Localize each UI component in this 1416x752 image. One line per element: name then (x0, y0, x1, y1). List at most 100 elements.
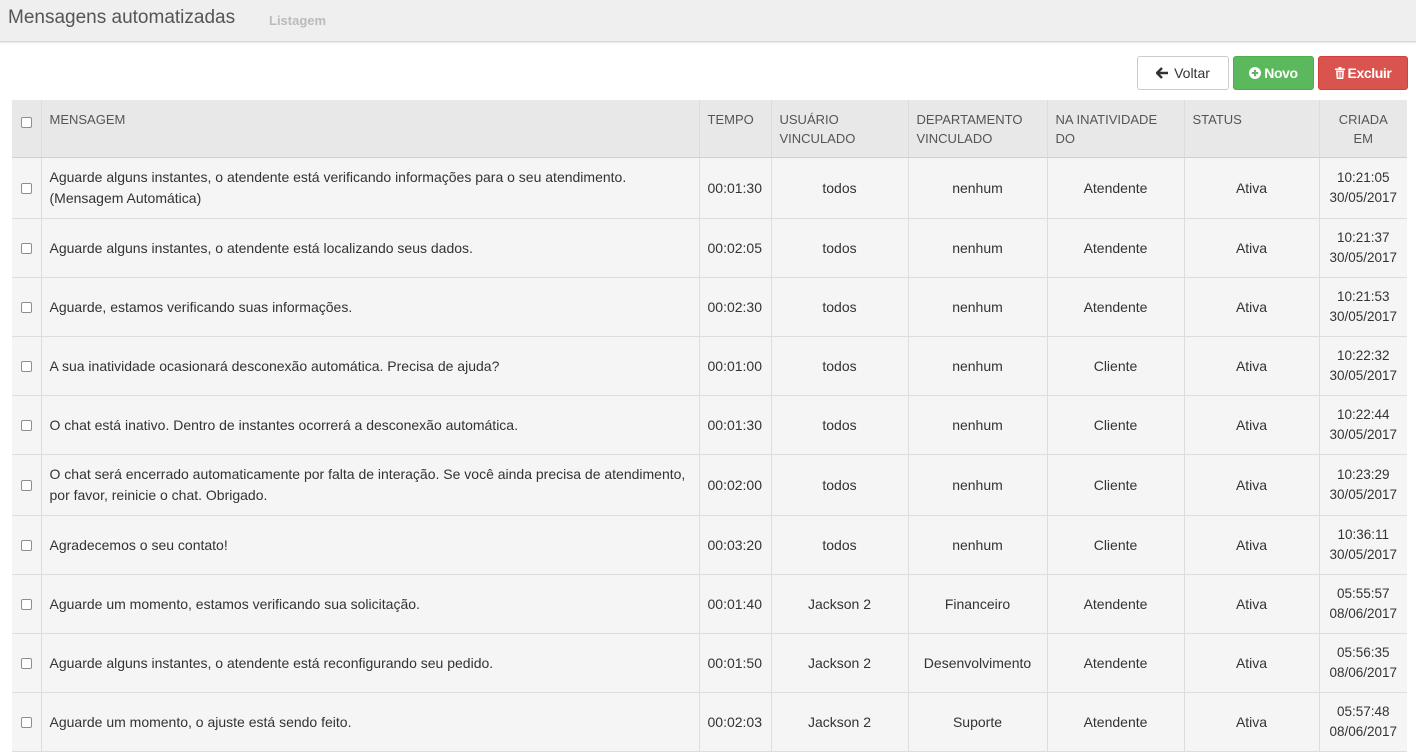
message-cell: A sua inatividade ocasionará desconexão … (41, 336, 700, 396)
user-cell: todos (771, 218, 909, 278)
created-cell: 05:55:57 08/06/2017 (1319, 574, 1407, 634)
inactivity-cell: Cliente (1047, 515, 1185, 575)
created-date: 30/05/2017 (1329, 190, 1398, 205)
created-date: 30/05/2017 (1329, 547, 1398, 562)
row-checkbox[interactable] (20, 599, 32, 611)
new-button[interactable]: Novo (1233, 56, 1314, 90)
created-date: 30/05/2017 (1329, 309, 1398, 324)
department-cell: Suporte (908, 692, 1048, 752)
created-cell: 10:36:11 30/05/2017 (1319, 515, 1407, 575)
status-cell: Ativa (1184, 277, 1320, 337)
table-row[interactable]: O chat está inativo. Dentro de instantes… (12, 395, 1407, 455)
column-header-label: USUÁRIO (779, 112, 839, 127)
inactivity-cell: Cliente (1047, 336, 1185, 396)
row-checkbox[interactable] (20, 540, 32, 552)
created-cell: 10:21:37 30/05/2017 (1319, 218, 1407, 278)
created-cell: 10:21:05 30/05/2017 (1319, 157, 1407, 219)
message-cell: Aguarde alguns instantes, o atendente es… (41, 633, 700, 693)
table-header-row: MENSAGEM TEMPO USUÁRIO VINCULADO DEPARTAM… (12, 100, 1407, 158)
table-row[interactable]: Aguarde alguns instantes, o atendente es… (12, 157, 1407, 219)
inactivity-cell: Atendente (1047, 277, 1185, 337)
plus-circle-icon (1249, 67, 1262, 79)
row-checkbox[interactable] (20, 717, 32, 729)
column-header-user[interactable]: USUÁRIO VINCULADO (771, 100, 909, 158)
row-checkbox[interactable] (20, 420, 32, 432)
created-time: 05:56:35 (1336, 645, 1390, 660)
message-cell: Agradecemos o seu contato! (41, 515, 700, 575)
column-header-label: STATUS (1192, 112, 1242, 127)
page-title: Mensagens automatizadas (8, 7, 236, 28)
created-cell: 05:57:48 08/06/2017 (1319, 692, 1407, 752)
created-time: 10:21:53 (1336, 289, 1390, 304)
created-cell: 10:22:32 30/05/2017 (1319, 336, 1407, 396)
department-cell: nenhum (908, 157, 1048, 219)
row-select-cell (12, 515, 42, 575)
row-checkbox[interactable] (20, 243, 32, 255)
inactivity-cell: Cliente (1047, 454, 1185, 516)
created-date: 08/06/2017 (1329, 724, 1398, 739)
time-cell: 00:01:30 (699, 395, 772, 455)
column-header-inactivity[interactable]: NA INATIVIDADE DO (1047, 100, 1185, 158)
column-header-time[interactable]: TEMPO (699, 100, 772, 158)
column-header-created[interactable]: CRIADA EM (1319, 100, 1407, 158)
time-cell: 00:01:00 (699, 336, 772, 396)
user-cell: todos (771, 157, 909, 219)
column-header-label: EM (1353, 131, 1374, 146)
select-all-checkbox[interactable] (20, 117, 32, 129)
row-select-cell (12, 454, 42, 516)
time-cell: 00:03:20 (699, 515, 772, 575)
row-checkbox[interactable] (20, 302, 32, 314)
status-cell: Ativa (1184, 515, 1320, 575)
row-select-cell (12, 157, 42, 219)
column-header-label: VINCULADO (916, 131, 993, 146)
user-cell: todos (771, 277, 909, 337)
row-checkbox[interactable] (20, 361, 32, 373)
back-button[interactable]: Voltar (1137, 56, 1229, 90)
department-cell: nenhum (908, 395, 1048, 455)
delete-button-label: Excluir (1347, 65, 1392, 81)
created-date: 08/06/2017 (1329, 665, 1398, 680)
column-header-label: DO (1055, 131, 1076, 146)
time-cell: 00:01:40 (699, 574, 772, 634)
table-row[interactable]: O chat será encerrado automaticamente po… (12, 454, 1407, 516)
row-checkbox[interactable] (20, 658, 32, 670)
created-cell: 05:56:35 08/06/2017 (1319, 633, 1407, 693)
status-cell: Ativa (1184, 157, 1320, 219)
created-cell: 10:22:44 30/05/2017 (1319, 395, 1407, 455)
delete-button[interactable]: Excluir (1318, 56, 1408, 90)
column-header-status[interactable]: STATUS (1184, 100, 1320, 158)
user-cell: Jackson 2 (771, 633, 909, 693)
department-cell: Desenvolvimento (908, 633, 1048, 693)
created-time: 10:22:32 (1336, 348, 1390, 363)
message-cell: Aguarde alguns instantes, o atendente es… (41, 218, 700, 278)
back-button-label: Voltar (1174, 65, 1210, 81)
status-cell: Ativa (1184, 692, 1320, 752)
page-subtitle: Listagem (269, 13, 327, 28)
created-cell: 10:21:53 30/05/2017 (1319, 277, 1407, 337)
time-cell: 00:01:50 (699, 633, 772, 693)
column-header-label: DEPARTAMENTO (916, 112, 1023, 127)
row-checkbox[interactable] (20, 480, 32, 492)
table-row[interactable]: Aguarde alguns instantes, o atendente es… (12, 633, 1407, 693)
table-row[interactable]: Aguarde um momento, o ajuste está sendo … (12, 692, 1407, 752)
department-cell: nenhum (908, 515, 1048, 575)
table-row[interactable]: Aguarde alguns instantes, o atendente es… (12, 218, 1407, 278)
created-date: 30/05/2017 (1329, 427, 1398, 442)
top-bar: Mensagens automatizadas Listagem (0, 0, 1416, 42)
row-select-cell (12, 692, 42, 752)
column-header-department[interactable]: DEPARTAMENTO VINCULADO (908, 100, 1048, 158)
department-cell: Financeiro (908, 574, 1048, 634)
time-cell: 00:02:00 (699, 454, 772, 516)
created-time: 05:57:48 (1336, 704, 1390, 719)
row-select-cell (12, 395, 42, 455)
select-all-cell (12, 100, 42, 158)
created-time: 10:36:11 (1337, 527, 1390, 542)
row-checkbox[interactable] (20, 183, 32, 195)
table-row[interactable]: Aguarde um momento, estamos verificando … (12, 574, 1407, 634)
table-row[interactable]: Agradecemos o seu contato! 00:03:20 todo… (12, 515, 1407, 575)
table-row[interactable]: A sua inatividade ocasionará desconexão … (12, 336, 1407, 396)
time-cell: 00:02:05 (699, 218, 772, 278)
table-row[interactable]: Aguarde, estamos verificando suas inform… (12, 277, 1407, 337)
column-header-message[interactable]: MENSAGEM (41, 100, 700, 158)
time-cell: 00:02:30 (699, 277, 772, 337)
